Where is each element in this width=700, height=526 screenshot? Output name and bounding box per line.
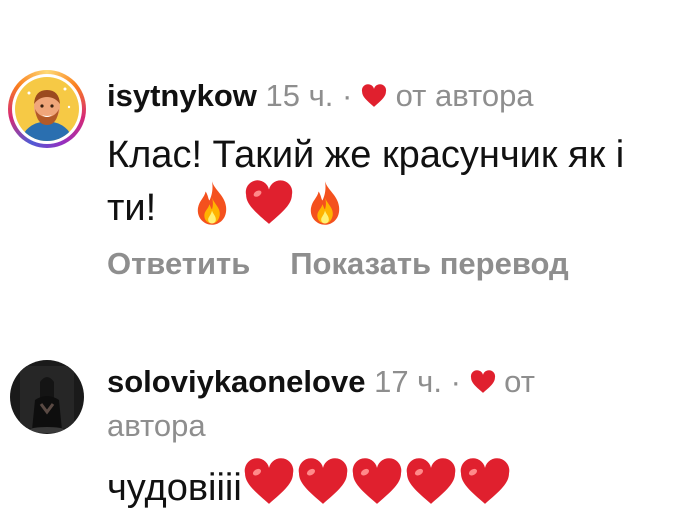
comment-isytnykow: isytnykow 15 ч. · от автора Клас! Такий … xyxy=(0,0,700,320)
fire-emoji-icon xyxy=(198,181,227,225)
avatar-isytnykow[interactable] xyxy=(8,70,86,148)
red-heart-emoji-icon xyxy=(245,180,293,224)
fire-emoji-icon xyxy=(311,181,340,225)
red-heart-emoji-icon xyxy=(406,458,456,504)
avatar-illustration xyxy=(15,77,79,141)
avatar-soloviykaonelove[interactable] xyxy=(10,360,84,434)
username[interactable]: soloviykaonelove xyxy=(107,364,365,399)
show-translation-button[interactable]: Показать перевод xyxy=(290,246,568,281)
username[interactable]: isytnykow xyxy=(107,78,257,113)
separator-dot: · xyxy=(450,364,461,399)
comment-meta: isytnykow 15 ч. · от автора xyxy=(107,76,534,116)
red-heart-emoji-icon xyxy=(298,458,348,504)
author-liked-heart-icon xyxy=(361,84,387,107)
comment-text: Клас! Такий же красунчик як і ти! xyxy=(107,130,692,233)
red-heart-emoji-icon xyxy=(352,458,402,504)
separator-dot: · xyxy=(342,78,353,113)
comment-text: чудовіііі xyxy=(107,458,692,513)
avatar-photo xyxy=(10,360,84,434)
comment-actions: Ответить Показать перевод xyxy=(107,246,569,282)
comment-text-line2: ти! xyxy=(107,187,157,229)
author-liked-heart-icon xyxy=(470,370,495,393)
timestamp: 17 ч. xyxy=(374,364,442,399)
comment-meta-wrap: автора xyxy=(107,406,206,446)
red-heart-emoji-icon xyxy=(244,458,294,504)
reply-button[interactable]: Ответить xyxy=(107,246,250,281)
liked-by-author-label: от автора xyxy=(395,78,534,113)
comment-text-line1: чудовіііі xyxy=(107,467,242,509)
liked-by-author-label-part2: автора xyxy=(107,408,206,443)
liked-by-author-label-part1: от xyxy=(504,364,535,399)
red-heart-emoji-icon xyxy=(460,458,510,504)
timestamp: 15 ч. xyxy=(265,78,334,113)
comment-meta: soloviykaonelove 17 ч. · от xyxy=(107,362,535,402)
comment-text-line1: Клас! Такий же красунчик як і xyxy=(107,134,625,176)
comment-soloviykaonelove: soloviykaonelove 17 ч. · от автора чудов… xyxy=(0,320,700,526)
